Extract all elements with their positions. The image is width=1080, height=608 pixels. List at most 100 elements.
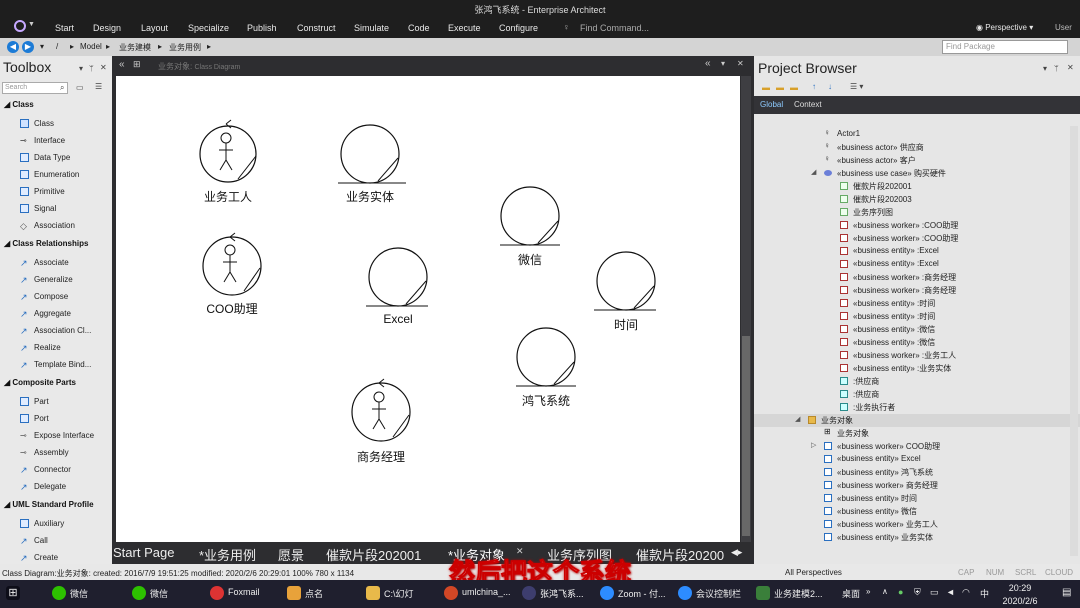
back-icon[interactable]: ◀	[7, 41, 19, 53]
toolbox-item-delegate[interactable]: Delegate	[34, 482, 66, 491]
taskbar-desktop[interactable]: 桌面	[842, 587, 860, 600]
tree-item[interactable]: «business worker» :商务经理	[754, 271, 1080, 284]
tree-item[interactable]: «business worker» :COO助理	[754, 219, 1080, 232]
breadcrumb-business-modeling[interactable]: 业务建模	[119, 42, 151, 53]
business-entity-icon[interactable]	[500, 186, 560, 246]
tray-up-icon[interactable]: ∧	[882, 587, 888, 596]
find-command-input[interactable]: Find Command...	[580, 23, 649, 33]
tree-item[interactable]: «business worker» :业务工人	[754, 349, 1080, 362]
toolbox-group-uml-standard-profile[interactable]: ◢ UML Standard Profile	[4, 500, 94, 509]
tree-item[interactable]: ⊞ 业务对象	[754, 427, 1080, 440]
tree-item[interactable]: :供应商	[754, 388, 1080, 401]
toolbox-group-class[interactable]: ◢ Class	[4, 100, 34, 109]
business-entity-icon[interactable]	[338, 124, 406, 184]
scrollbar-thumb[interactable]	[742, 336, 750, 536]
taskbar-meeting-controls[interactable]: 会议控制栏	[696, 587, 741, 600]
tree-item[interactable]: «business entity» :时间	[754, 297, 1080, 310]
business-worker-icon[interactable]	[199, 119, 257, 183]
tree-item[interactable]: 业务序列图	[754, 206, 1080, 219]
expand-icon[interactable]: ▷	[811, 441, 816, 449]
taskbar-slides-folder[interactable]: C:\幻灯	[384, 587, 414, 600]
tree-item[interactable]: «business entity» 业务实体	[754, 531, 1080, 544]
business-worker-icon[interactable]	[351, 378, 411, 442]
toolbox-item-class[interactable]: Class	[34, 119, 54, 128]
close-icon[interactable]: ✕	[100, 63, 107, 72]
tree-item[interactable]: 催款片段202003	[754, 193, 1080, 206]
taskbar-business-modeling[interactable]: 业务建模2...	[774, 587, 823, 600]
taskbar-umlchina[interactable]: umlchina_...	[462, 587, 511, 597]
toolbox-item-realize[interactable]: Realize	[34, 343, 61, 352]
toolbox-item-compose[interactable]: Compose	[34, 292, 68, 301]
search-icon[interactable]: ⌕	[60, 83, 64, 93]
business-entity-icon[interactable]	[366, 247, 428, 307]
collapse-icon[interactable]: ◢	[811, 168, 816, 176]
tree-item[interactable]: ♀ «business actor» 供应商	[754, 141, 1080, 154]
tree-item[interactable]: «business entity» :微信	[754, 336, 1080, 349]
tree-item[interactable]: «business entity» Excel	[754, 453, 1080, 466]
toolbox-item-auxiliary[interactable]: Auxiliary	[34, 519, 64, 528]
menu-execute[interactable]: Execute	[448, 23, 481, 33]
app-menu-caret-icon[interactable]: ▼	[28, 21, 35, 28]
tree-item[interactable]: «business worker» 商务经理	[754, 479, 1080, 492]
tree-item[interactable]: «business entity» :Excel	[754, 258, 1080, 271]
business-entity-icon[interactable]	[516, 327, 576, 387]
toolbox-item-interface[interactable]: Interface	[34, 136, 65, 145]
tree-item[interactable]: «business entity» 鸿飞系统	[754, 466, 1080, 479]
toolbox-item-association[interactable]: Association	[34, 221, 75, 230]
menu-specialize[interactable]: Specialize	[188, 23, 229, 33]
menu-start[interactable]: Start	[55, 23, 74, 33]
tree-item[interactable]: «business entity» :微信	[754, 323, 1080, 336]
collapse-toolbox-icon[interactable]: «	[119, 59, 125, 70]
tab-context[interactable]: Context	[794, 100, 822, 109]
wifi-icon[interactable]: ◠	[962, 587, 970, 598]
pin-icon[interactable]: ᛘ	[1054, 64, 1059, 73]
toolbox-item-assembly[interactable]: Assembly	[34, 448, 69, 457]
collapse-icon[interactable]: ◢	[795, 415, 800, 423]
dropdown-icon[interactable]: ▾	[721, 59, 725, 68]
new-element-icon[interactable]: ▬	[790, 83, 798, 92]
tree-item[interactable]: «business entity» :Excel	[754, 245, 1080, 258]
tree-item[interactable]: «business worker» :商务经理	[754, 284, 1080, 297]
find-package-input[interactable]: Find Package	[942, 40, 1068, 54]
toolbox-item-association-class[interactable]: Association Cl...	[34, 326, 91, 335]
toolbox-item-template-bind[interactable]: Template Bind...	[34, 360, 91, 369]
move-down-icon[interactable]: ↓	[828, 82, 832, 91]
tray-app-icon[interactable]: ●	[898, 587, 903, 597]
tree-item[interactable]: 催款片段202001	[754, 180, 1080, 193]
toolbox-item-signal[interactable]: Signal	[34, 204, 56, 213]
breadcrumb-model[interactable]: Model	[80, 42, 102, 51]
tree-item[interactable]: ♀ Actor1	[754, 128, 1080, 141]
taskbar-wechat-2[interactable]: 微信	[150, 587, 168, 600]
notification-icon[interactable]: ▤	[1062, 587, 1071, 598]
toolbox-group-composite-parts[interactable]: ◢ Composite Parts	[4, 378, 76, 387]
tree-item[interactable]: ♀ «business actor» 客户	[754, 154, 1080, 167]
diagram-canvas[interactable]: 业务工人 业务实体 COO助理 Excel 微信 时间 鸿飞系统 商务经理	[116, 76, 740, 542]
taskbar-zoom[interactable]: Zoom - 付...	[618, 587, 666, 600]
menu-configure[interactable]: Configure	[499, 23, 538, 33]
network-icon[interactable]: ▭	[930, 587, 939, 598]
clock-date[interactable]: 2020/2/6	[994, 596, 1046, 606]
menu-code[interactable]: Code	[408, 23, 430, 33]
forward-icon[interactable]: ▶	[22, 41, 34, 53]
menu-layout[interactable]: Layout	[141, 23, 168, 33]
tree-item[interactable]: «business entity» 微信	[754, 505, 1080, 518]
tree-item[interactable]: ◢ «business use case» 购买硬件	[754, 167, 1080, 180]
diagram-vertical-scrollbar[interactable]	[741, 76, 751, 542]
close-icon[interactable]: ✕	[1067, 63, 1074, 72]
toolbox-item-connector[interactable]: Connector	[34, 465, 71, 474]
volume-icon[interactable]: ◄	[946, 587, 955, 597]
toolbox-item-datatype[interactable]: Data Type	[34, 153, 70, 162]
diagram-view-icon[interactable]: ⊞	[133, 59, 141, 70]
tree-item[interactable]: «business worker» 业务工人	[754, 518, 1080, 531]
home-icon[interactable]: ▾	[40, 42, 44, 51]
menu-icon[interactable]: ☰	[95, 82, 102, 91]
toolbox-group-class-relationships[interactable]: ◢ Class Relationships	[4, 239, 88, 248]
new-package-icon[interactable]: ▬	[762, 83, 770, 92]
tree-item[interactable]: :供应商	[754, 375, 1080, 388]
toolbox-item-call[interactable]: Call	[34, 536, 48, 545]
toolbox-layout-icon[interactable]: ▭	[76, 83, 84, 92]
toolbox-item-associate[interactable]: Associate	[34, 258, 69, 267]
toolbox-item-enumeration[interactable]: Enumeration	[34, 170, 79, 179]
user-button[interactable]: User	[1055, 23, 1072, 32]
toolbox-item-generalize[interactable]: Generalize	[34, 275, 73, 284]
